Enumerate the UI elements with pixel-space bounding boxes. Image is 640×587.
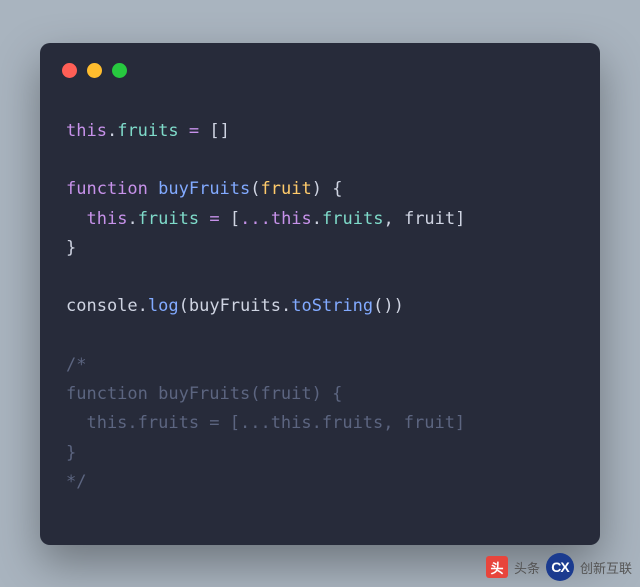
code-token: , [383, 209, 393, 229]
code-token: log [148, 296, 179, 316]
code-comment: this.fruits = [...this.fruits, fruit] [66, 413, 465, 433]
code-token: this [86, 209, 127, 229]
code-token [322, 179, 332, 199]
code-token: . [127, 209, 137, 229]
code-token: . [107, 121, 117, 141]
code-token: toString [291, 296, 373, 316]
attribution-text: 创新互联 [580, 558, 632, 577]
code-comment: /* [66, 355, 86, 375]
code-token: . [312, 209, 322, 229]
attribution-text: 头条 [514, 558, 540, 577]
code-token: [] [209, 121, 229, 141]
code-token: ] [455, 209, 465, 229]
code-token: function [66, 179, 148, 199]
code-token: = [209, 209, 219, 229]
code-block: this.fruits = [] function buyFruits(frui… [40, 97, 600, 523]
attribution-footer: 头 头条 CX 创新互联 [486, 553, 632, 581]
minimize-icon[interactable] [87, 63, 102, 78]
code-token [199, 121, 209, 141]
code-token: buyFruits [158, 179, 250, 199]
cx-icon: CX [546, 553, 574, 581]
toutiao-icon: 头 [486, 556, 508, 578]
code-token: . [281, 296, 291, 316]
code-comment: */ [66, 472, 86, 492]
code-token [199, 209, 209, 229]
code-token: ) [394, 296, 404, 316]
code-token: . [138, 296, 148, 316]
code-token: ) [312, 179, 322, 199]
code-token: { [332, 179, 342, 199]
code-token: } [66, 238, 76, 258]
code-token [394, 209, 404, 229]
close-icon[interactable] [62, 63, 77, 78]
code-token: fruit [404, 209, 455, 229]
code-token: fruits [322, 209, 383, 229]
code-token: ... [240, 209, 271, 229]
code-comment: } [66, 443, 76, 463]
code-token: ) [383, 296, 393, 316]
code-token [179, 121, 189, 141]
code-token: console [66, 296, 138, 316]
code-token: [ [230, 209, 240, 229]
code-token [220, 209, 230, 229]
code-token: ( [250, 179, 260, 199]
code-token [66, 209, 86, 229]
zoom-icon[interactable] [112, 63, 127, 78]
code-token: fruits [117, 121, 178, 141]
code-comment: function buyFruits(fruit) { [66, 384, 342, 404]
code-token: fruit [261, 179, 312, 199]
code-token: buyFruits [189, 296, 281, 316]
code-token: ( [179, 296, 189, 316]
code-token [148, 179, 158, 199]
code-token: fruits [138, 209, 199, 229]
code-window: this.fruits = [] function buyFruits(frui… [40, 43, 600, 545]
code-token: ( [373, 296, 383, 316]
code-token: this [271, 209, 312, 229]
window-titlebar [40, 43, 600, 97]
code-token: = [189, 121, 199, 141]
code-token: this [66, 121, 107, 141]
